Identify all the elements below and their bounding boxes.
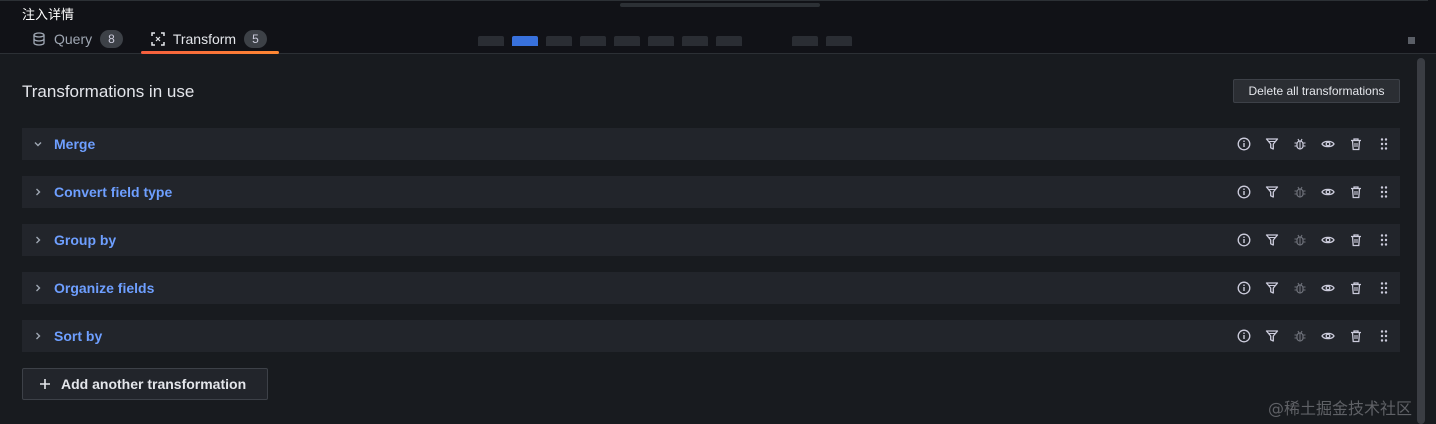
drag-icon[interactable] [1376,328,1392,344]
drag-icon[interactable] [1376,232,1392,248]
eye-icon[interactable] [1320,136,1336,152]
window-title: 注入详情 [22,7,75,22]
transform-icon [151,32,165,46]
pager-item [792,36,818,46]
row-actions [1236,272,1392,304]
transformation-name[interactable]: Group by [54,232,116,248]
drag-icon[interactable] [1376,280,1392,296]
transformation-name[interactable]: Sort by [54,328,102,344]
tab-transform-count: 5 [244,30,267,48]
trash-icon[interactable] [1348,328,1364,344]
filter-icon[interactable] [1264,184,1280,200]
chevron-right-icon[interactable] [32,282,44,294]
pager-item [512,36,538,46]
drag-icon[interactable] [1376,136,1392,152]
info-icon[interactable] [1236,328,1252,344]
tab-transform-label: Transform [172,31,237,47]
pager-item [716,36,742,46]
row-actions [1236,224,1392,256]
transformation-row-group-by[interactable]: Group by [22,224,1400,256]
trash-icon[interactable] [1348,136,1364,152]
pager-item [614,36,640,46]
filter-icon[interactable] [1264,136,1280,152]
filter-icon[interactable] [1264,280,1280,296]
background-pager [478,36,852,46]
tab-query-label: Query [54,31,93,47]
trash-icon[interactable] [1348,184,1364,200]
delete-all-transformations-button[interactable]: Delete all transformations [1233,79,1400,103]
info-icon[interactable] [1236,232,1252,248]
corner-marker [1408,37,1415,44]
transformation-row-merge[interactable]: Merge [22,128,1400,160]
tab-query-count: 8 [100,30,123,48]
watermark: @稀土掘金技术社区 [1268,399,1413,418]
transformation-name[interactable]: Convert field type [54,184,172,200]
top-strip: 注入详情 Query 8 Transform 5 [0,0,1436,54]
transformation-name[interactable]: Merge [54,136,95,152]
pager-item [580,36,606,46]
pager-item [648,36,674,46]
resize-handle[interactable] [620,3,820,7]
debug-icon[interactable] [1292,136,1308,152]
database-icon [33,32,45,46]
vertical-scrollbar[interactable] [1417,58,1425,424]
eye-icon[interactable] [1320,280,1336,296]
tab-query[interactable]: Query 8 [22,24,135,54]
transformation-row-convert-field-type[interactable]: Convert field type [22,176,1400,208]
debug-icon[interactable] [1292,328,1308,344]
pager-item [826,36,852,46]
chevron-right-icon[interactable] [32,234,44,246]
transformation-row-organize-fields[interactable]: Organize fields [22,272,1400,304]
row-actions [1236,176,1392,208]
panel-title: Transformations in use [22,82,195,101]
chevron-down-icon[interactable] [32,138,44,150]
tab-transform[interactable]: Transform 5 [140,24,279,54]
info-icon[interactable] [1236,280,1252,296]
eye-icon[interactable] [1320,232,1336,248]
drag-icon[interactable] [1376,184,1392,200]
debug-icon[interactable] [1292,232,1308,248]
plus-icon [40,379,50,389]
eye-icon[interactable] [1320,184,1336,200]
trash-icon[interactable] [1348,280,1364,296]
filter-icon[interactable] [1264,328,1280,344]
debug-icon[interactable] [1292,280,1308,296]
pager-item [546,36,572,46]
chevron-right-icon[interactable] [32,330,44,342]
eye-icon[interactable] [1320,328,1336,344]
info-icon[interactable] [1236,136,1252,152]
chevron-right-icon[interactable] [32,186,44,198]
pager-gap [750,36,784,46]
debug-icon[interactable] [1292,184,1308,200]
transformation-name[interactable]: Organize fields [54,280,154,296]
row-actions [1236,128,1392,160]
add-transformation-label: Add another transformation [61,376,247,392]
pager-item [682,36,708,46]
info-icon[interactable] [1236,184,1252,200]
row-actions [1236,320,1392,352]
tab-bar: Query 8 Transform 5 [22,24,279,54]
pager-item [478,36,504,46]
transformation-row-sort-by[interactable]: Sort by [22,320,1400,352]
add-another-transformation-button[interactable]: Add another transformation [22,368,268,400]
trash-icon[interactable] [1348,232,1364,248]
filter-icon[interactable] [1264,232,1280,248]
